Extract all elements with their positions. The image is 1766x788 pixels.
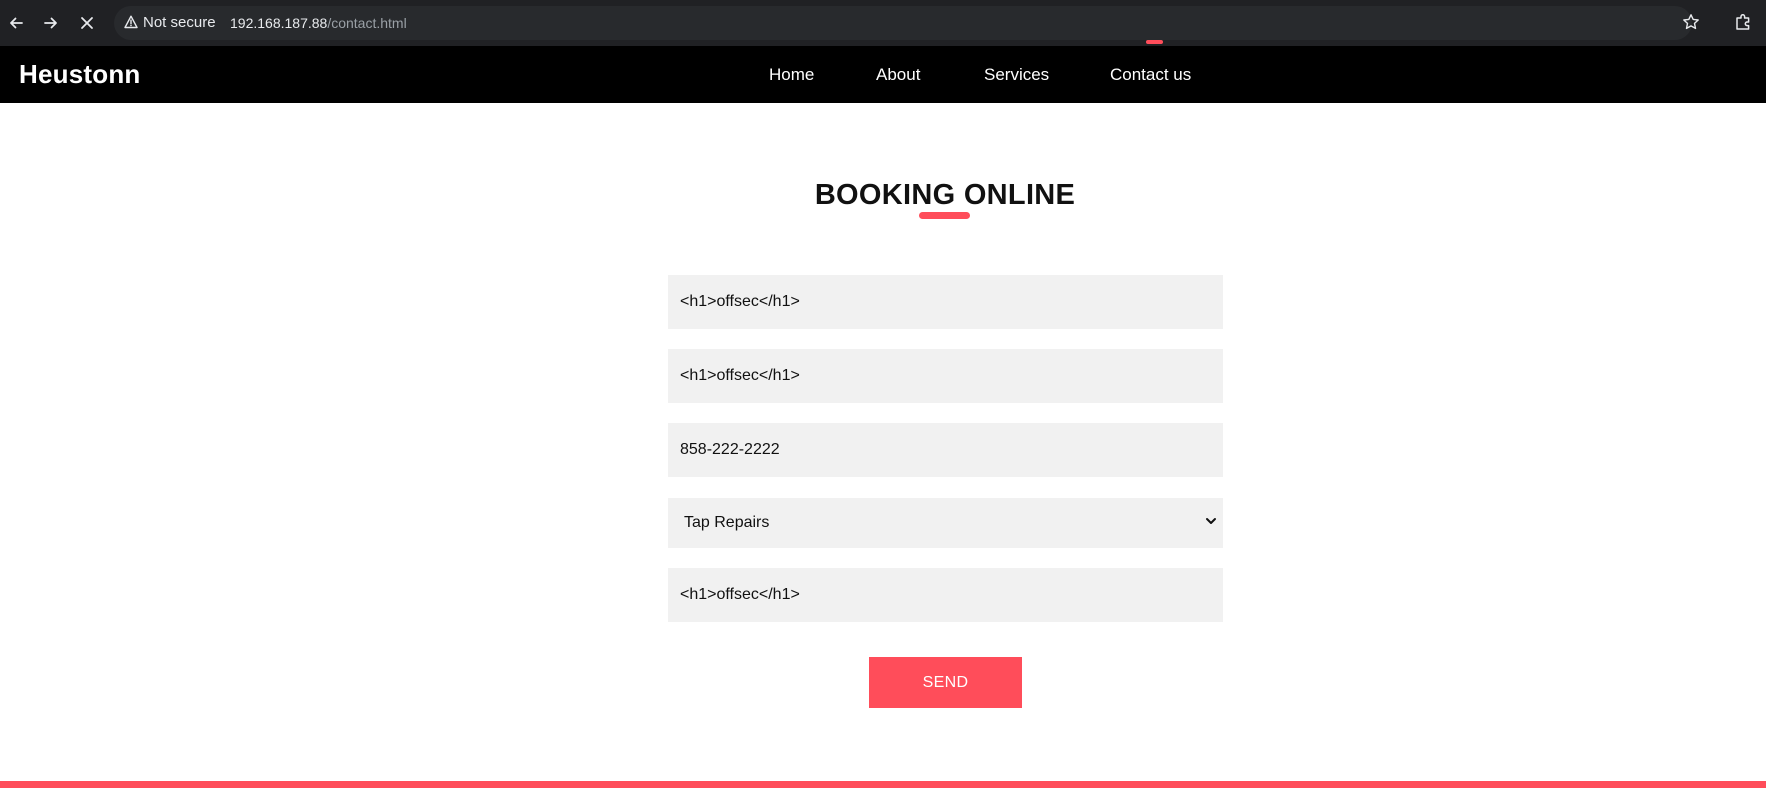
email-field[interactable]	[668, 349, 1223, 403]
service-select-value: Tap Repairs	[684, 514, 770, 531]
message-field[interactable]	[668, 568, 1223, 622]
nav-item-home[interactable]: Home	[769, 64, 814, 86]
chevron-down-icon	[1206, 518, 1216, 524]
brand-logo[interactable]: Heustonn	[19, 59, 140, 89]
nav-item-services[interactable]: Services	[984, 64, 1049, 86]
nav-item-contact-us[interactable]: Contact us	[1110, 64, 1191, 86]
footer-accent-strip	[0, 781, 1766, 788]
service-select[interactable]: Tap Repairs	[668, 498, 1223, 548]
forward-button[interactable]	[35, 8, 67, 38]
stop-loading-icon	[81, 17, 93, 29]
forward-arrow-icon	[44, 17, 57, 29]
name-field[interactable]	[668, 275, 1223, 329]
back-button[interactable]	[0, 8, 32, 38]
url-path: /contact.html	[327, 15, 407, 31]
send-button[interactable]: SEND	[869, 657, 1022, 708]
page-title: BOOKING ONLINE	[814, 179, 1076, 211]
site-header: Heustonn Home About Services Contact us	[0, 46, 1766, 103]
warning-triangle-icon	[124, 15, 138, 29]
phone-field[interactable]	[668, 423, 1223, 477]
address-bar[interactable]: Not secure 192.168.187.88/contact.html	[114, 6, 1692, 40]
security-status-label[interactable]: Not secure	[143, 13, 216, 33]
bookmark-star-icon[interactable]	[1682, 13, 1700, 31]
nav-item-about[interactable]: About	[876, 64, 920, 86]
url-host: 192.168.187.88	[230, 15, 328, 31]
active-nav-indicator	[1146, 40, 1163, 44]
title-underline	[919, 212, 970, 219]
stop-loading-button[interactable]	[71, 8, 103, 38]
back-arrow-icon	[10, 17, 23, 29]
extensions-puzzle-icon[interactable]	[1734, 12, 1754, 32]
url-text[interactable]: 192.168.187.88/contact.html	[230, 13, 407, 33]
browser-toolbar: Not secure 192.168.187.88/contact.html	[0, 0, 1766, 46]
